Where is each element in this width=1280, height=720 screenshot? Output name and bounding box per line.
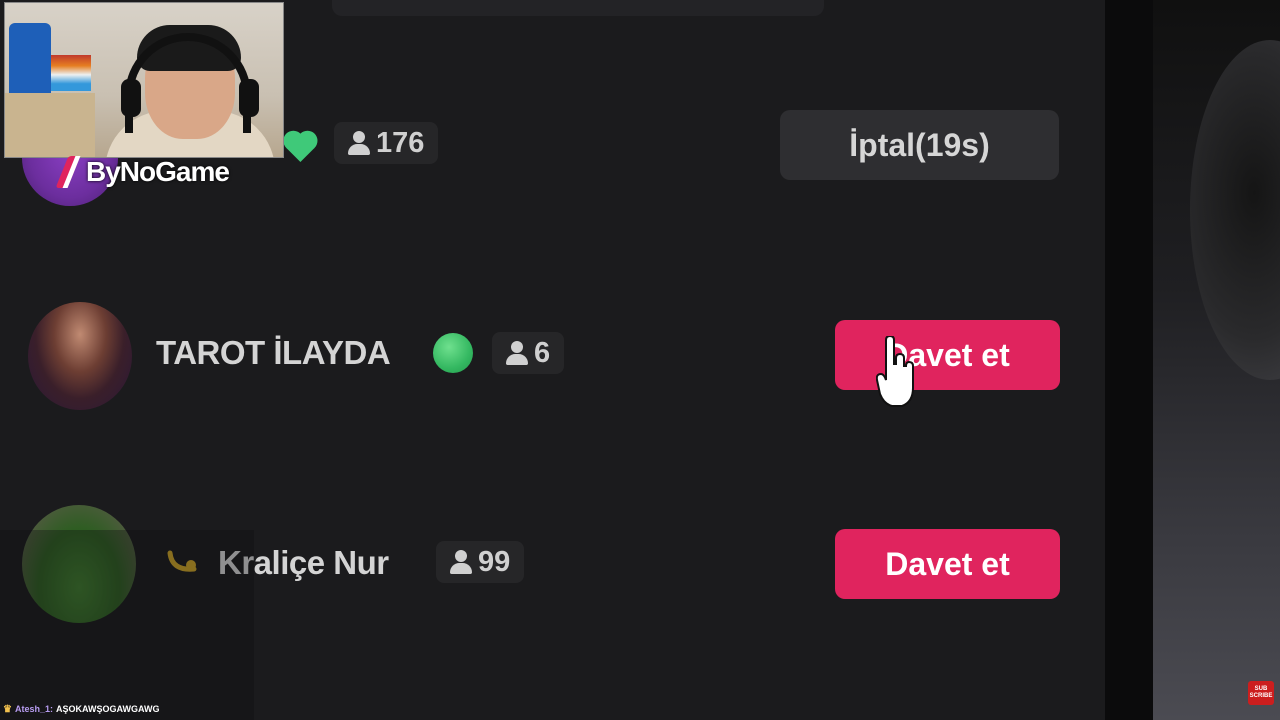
cancel-invite-button[interactable]: İptal(19s) xyxy=(780,110,1059,180)
webcam-jug xyxy=(9,23,51,99)
tarot-ilayda-avatar[interactable] xyxy=(28,302,132,410)
tarot-ilayda-name: TAROT İLAYDA xyxy=(156,334,391,371)
streamer-webcam xyxy=(4,2,284,158)
crown-icon: ♛ xyxy=(3,703,12,715)
chat-message: ♛ Atesh_1: AŞOKAWŞOGAWGAWG xyxy=(3,703,159,715)
row2-count-text: 6 xyxy=(534,336,551,369)
row2-viewer-count: 6 xyxy=(492,332,565,374)
cancel-invite-label: İptal(19s) xyxy=(849,126,990,163)
side-divider xyxy=(1105,0,1153,720)
invite-label: Davet et xyxy=(885,545,1010,582)
person-icon xyxy=(506,341,528,365)
hand-cursor-icon xyxy=(875,334,916,410)
person-icon xyxy=(348,131,370,155)
webcam-shelf xyxy=(5,93,95,157)
brand-logo: ByNoGame xyxy=(58,154,230,190)
invite-button-kralice-nur[interactable]: Davet et xyxy=(835,529,1060,599)
subscribe-top-label: SUB xyxy=(1254,686,1268,692)
brand-mark-icon xyxy=(58,154,84,190)
row1-viewer-count: 176 xyxy=(334,122,439,164)
row1-count-text: 176 xyxy=(376,126,425,159)
clipped-search-bar[interactable] xyxy=(332,0,824,16)
subscribe-bottom-label: SCRIBE xyxy=(1249,693,1273,699)
headset-ear-left xyxy=(121,79,141,117)
green-dot-icon xyxy=(433,333,473,373)
chat-username: Atesh_1: xyxy=(14,704,53,714)
chat-text: AŞOKAWŞOGAWGAWG xyxy=(55,704,160,714)
brand-name: ByNoGame xyxy=(86,156,230,187)
person-icon xyxy=(450,550,472,574)
webcam-books xyxy=(51,55,91,91)
row3-viewer-count: 99 xyxy=(436,541,525,583)
subscribe-button[interactable]: SUB SCRIBE xyxy=(1248,681,1274,705)
stream-stage: 176 İptal(19s) TAROT İLAYDA 6 Davet et K… xyxy=(0,0,1280,720)
row3-count-text: 99 xyxy=(478,545,511,578)
headset-ear-right xyxy=(239,79,259,117)
invite-button-tarot-ilayda[interactable]: Davet et xyxy=(835,320,1060,390)
bottom-left-shade xyxy=(0,530,254,720)
